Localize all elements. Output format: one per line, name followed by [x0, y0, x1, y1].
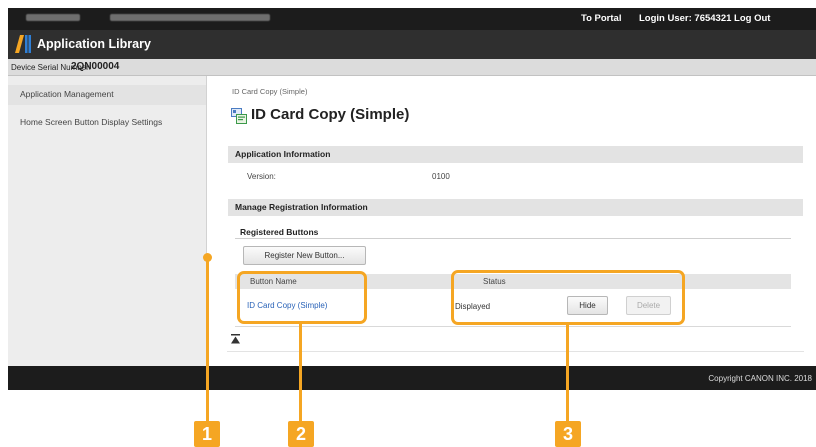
breadcrumb: ID Card Copy (Simple): [232, 87, 308, 96]
callout-badge-1: 1: [194, 421, 220, 447]
content-bottom-rule: [227, 351, 804, 352]
version-label: Version:: [247, 172, 276, 181]
app-library-logo-icon: [15, 35, 31, 53]
blurred-url-path: [110, 14, 270, 21]
blurred-url-segment: [26, 14, 80, 21]
sidebar-item-application-management[interactable]: Application Management: [8, 85, 206, 105]
device-serial-bar: Device Serial Number: 2QN00004: [8, 59, 816, 76]
table-row-divider: [235, 326, 791, 327]
callout-1-leader-line: [206, 257, 209, 421]
callout-3-leader-line: [566, 324, 569, 421]
manage-registration-section: Manage Registration Information: [228, 199, 803, 216]
to-portal-link[interactable]: To Portal: [581, 13, 621, 24]
version-value: 0100: [432, 172, 450, 181]
callout-2-highlight: [237, 271, 367, 324]
footer: Copyright CANON INC. 2018: [8, 366, 816, 390]
login-user-info[interactable]: Login User: 7654321 Log Out: [639, 13, 770, 24]
sidebar-item-label: Application Management: [20, 89, 114, 99]
id-card-copy-app-icon: [231, 108, 247, 124]
copyright-text: Copyright CANON INC. 2018: [708, 374, 812, 383]
sidebar: Application Management Home Screen Butto…: [8, 76, 207, 366]
register-new-button[interactable]: Register New Button...: [243, 246, 366, 265]
sidebar-item-home-screen-button-display-settings[interactable]: Home Screen Button Display Settings: [20, 116, 190, 128]
app-title: Application Library: [37, 37, 151, 51]
callout-badge-2: 2: [288, 421, 314, 447]
serial-number: 2QN00004: [71, 61, 120, 72]
divider: [235, 238, 791, 239]
application-header: Application Library: [8, 30, 816, 59]
scroll-to-top-icon[interactable]: [231, 334, 240, 344]
top-bar: To Portal Login User: 7654321 Log Out: [8, 8, 816, 30]
section-heading: Manage Registration Information: [235, 202, 368, 212]
callout-3-highlight: [451, 270, 685, 325]
callout-badge-3: 3: [555, 421, 581, 447]
section-heading: Application Information: [235, 149, 331, 159]
callout-2-leader-line: [299, 323, 302, 421]
application-information-section: Application Information: [228, 146, 803, 163]
page-title: ID Card Copy (Simple): [251, 106, 410, 123]
registered-buttons-title: Registered Buttons: [240, 227, 319, 237]
